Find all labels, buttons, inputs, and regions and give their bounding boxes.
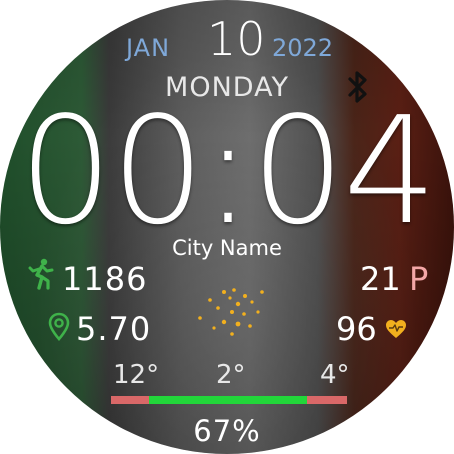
battery-percent: 67% — [193, 414, 261, 448]
temperature-bar-high-segment — [307, 396, 347, 404]
temperature-bar-low-segment — [111, 396, 149, 404]
running-icon — [28, 258, 54, 290]
watch-face: JAN 10 2022 MONDAY 00:04 City Name 1186 … — [0, 0, 454, 454]
date-year: 2022 — [272, 34, 334, 62]
steps-value: 1186 — [62, 260, 148, 298]
temperature-bar-current-segment — [149, 396, 307, 404]
heart-rate-value: 96 — [336, 310, 377, 348]
weather-dots-icon — [198, 288, 264, 336]
temperature-low: 12° — [113, 360, 160, 390]
temperature-range-bar — [111, 396, 347, 404]
distance-value: 5.70 — [76, 310, 152, 348]
date-day: 10 — [207, 12, 266, 66]
location-pin-icon — [48, 312, 70, 341]
time-display: 00:04 — [18, 85, 438, 257]
date-month: JAN — [126, 34, 171, 62]
heart-icon — [386, 320, 406, 338]
floors-unit: P — [409, 260, 429, 298]
temperature-current: 2° — [216, 360, 246, 390]
floors-value: 21 — [360, 260, 401, 298]
temperature-high: 4° — [320, 360, 350, 390]
city-name: City Name — [172, 236, 282, 260]
